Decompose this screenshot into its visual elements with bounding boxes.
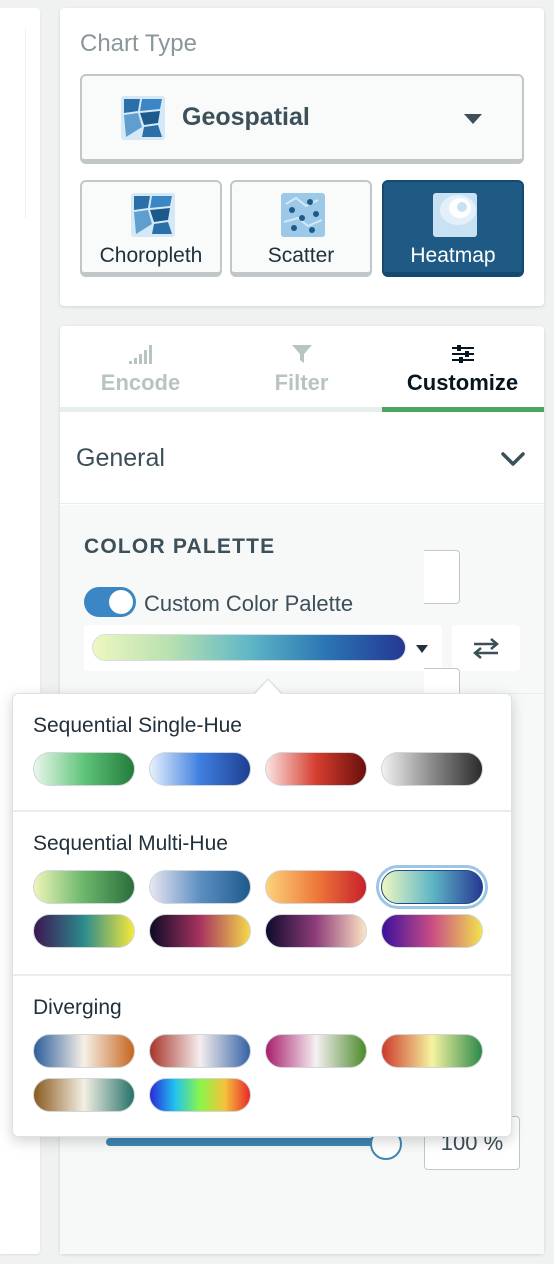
subtype-heatmap[interactable]: Heatmap bbox=[382, 180, 524, 277]
palette-swatch-red-yellow-green[interactable] bbox=[381, 1034, 483, 1068]
chart-type-card: Chart Type Geospatial Choropleth Scatter… bbox=[60, 8, 544, 306]
palette-popover: Sequential Single-Hue Sequential Multi-Hu… bbox=[12, 693, 512, 1137]
chart-type-selected: Geospatial bbox=[182, 103, 310, 131]
palette-swatch-red[interactable] bbox=[265, 752, 367, 786]
palette-swatch-inferno[interactable] bbox=[149, 914, 251, 948]
bar-signal-icon bbox=[60, 344, 221, 366]
subtype-label: Scatter bbox=[267, 244, 335, 267]
tab-label: Filter bbox=[274, 370, 329, 395]
chevron-down-icon bbox=[464, 114, 482, 124]
subtype-choropleth[interactable]: Choropleth bbox=[80, 180, 222, 277]
hidden-input-field[interactable] bbox=[424, 550, 460, 604]
general-section-header[interactable]: General bbox=[60, 412, 544, 504]
palette-swatch-red-blue[interactable] bbox=[149, 1034, 251, 1068]
palette-swatch-yellow-orange-red[interactable] bbox=[265, 870, 367, 904]
tab-customize[interactable]: Customize bbox=[382, 326, 543, 412]
palette-swatch-plasma[interactable] bbox=[381, 914, 483, 948]
funnel-icon bbox=[221, 344, 382, 366]
custom-palette-label: Custom Color Palette bbox=[144, 591, 354, 616]
panel-tabs: Encode Filter Customize bbox=[60, 326, 544, 412]
palette-group-title: Sequential Single-Hue bbox=[33, 714, 242, 737]
tab-label: Customize bbox=[406, 370, 519, 395]
opacity-slider-track[interactable] bbox=[106, 1138, 384, 1146]
geospatial-map-icon bbox=[121, 95, 165, 140]
color-palette-title: COLOR PALETTE bbox=[84, 535, 276, 558]
palette-group-title: Sequential Multi-Hue bbox=[33, 832, 228, 855]
popover-arrow bbox=[255, 680, 281, 694]
chart-type-label: Chart Type bbox=[80, 30, 197, 57]
toggle-knob bbox=[109, 590, 133, 614]
palette-dropdown[interactable] bbox=[84, 625, 442, 671]
palette-swatch-rainbow[interactable] bbox=[149, 1078, 251, 1112]
palette-swatch-brown-teal[interactable] bbox=[33, 1078, 135, 1112]
left-panel-edge bbox=[0, 28, 26, 218]
palette-swatch-pink-green[interactable] bbox=[265, 1034, 367, 1068]
chevron-down-icon bbox=[501, 452, 525, 466]
palette-group-divider bbox=[13, 974, 511, 976]
palette-swatch-purple-blue[interactable] bbox=[149, 870, 251, 904]
heatmap-icon bbox=[433, 193, 477, 237]
palette-swatch-yellow-green[interactable] bbox=[33, 870, 135, 904]
caret-down-icon bbox=[416, 645, 428, 653]
subtype-label: Choropleth bbox=[99, 244, 203, 267]
palette-swatch-viridis[interactable] bbox=[33, 914, 135, 948]
palette-group-title: Diverging bbox=[33, 996, 122, 1019]
general-title: General bbox=[76, 444, 165, 472]
scatter-map-icon bbox=[281, 193, 325, 237]
subtype-label: Heatmap bbox=[410, 244, 496, 267]
palette-swatch-blue[interactable] bbox=[149, 752, 251, 786]
palette-swatch-green[interactable] bbox=[33, 752, 135, 786]
selected-palette-preview bbox=[92, 634, 406, 661]
chart-type-dropdown[interactable]: Geospatial bbox=[80, 74, 524, 164]
palette-swatch-yellow-green-blue[interactable] bbox=[376, 865, 488, 909]
subtype-scatter[interactable]: Scatter bbox=[230, 180, 372, 277]
reverse-palette-button[interactable] bbox=[452, 625, 520, 671]
choropleth-icon bbox=[131, 193, 175, 237]
palette-group-divider bbox=[13, 810, 511, 812]
swap-arrows-icon bbox=[473, 638, 499, 659]
palette-swatch-magma[interactable] bbox=[265, 914, 367, 948]
palette-swatch-blue-orange[interactable] bbox=[33, 1034, 135, 1068]
tab-filter[interactable]: Filter bbox=[221, 326, 382, 412]
custom-palette-toggle[interactable] bbox=[84, 587, 136, 617]
sliders-icon bbox=[382, 344, 543, 366]
tab-encode[interactable]: Encode bbox=[60, 326, 221, 412]
tab-label: Encode bbox=[100, 370, 181, 395]
palette-swatch-gray[interactable] bbox=[381, 752, 483, 786]
